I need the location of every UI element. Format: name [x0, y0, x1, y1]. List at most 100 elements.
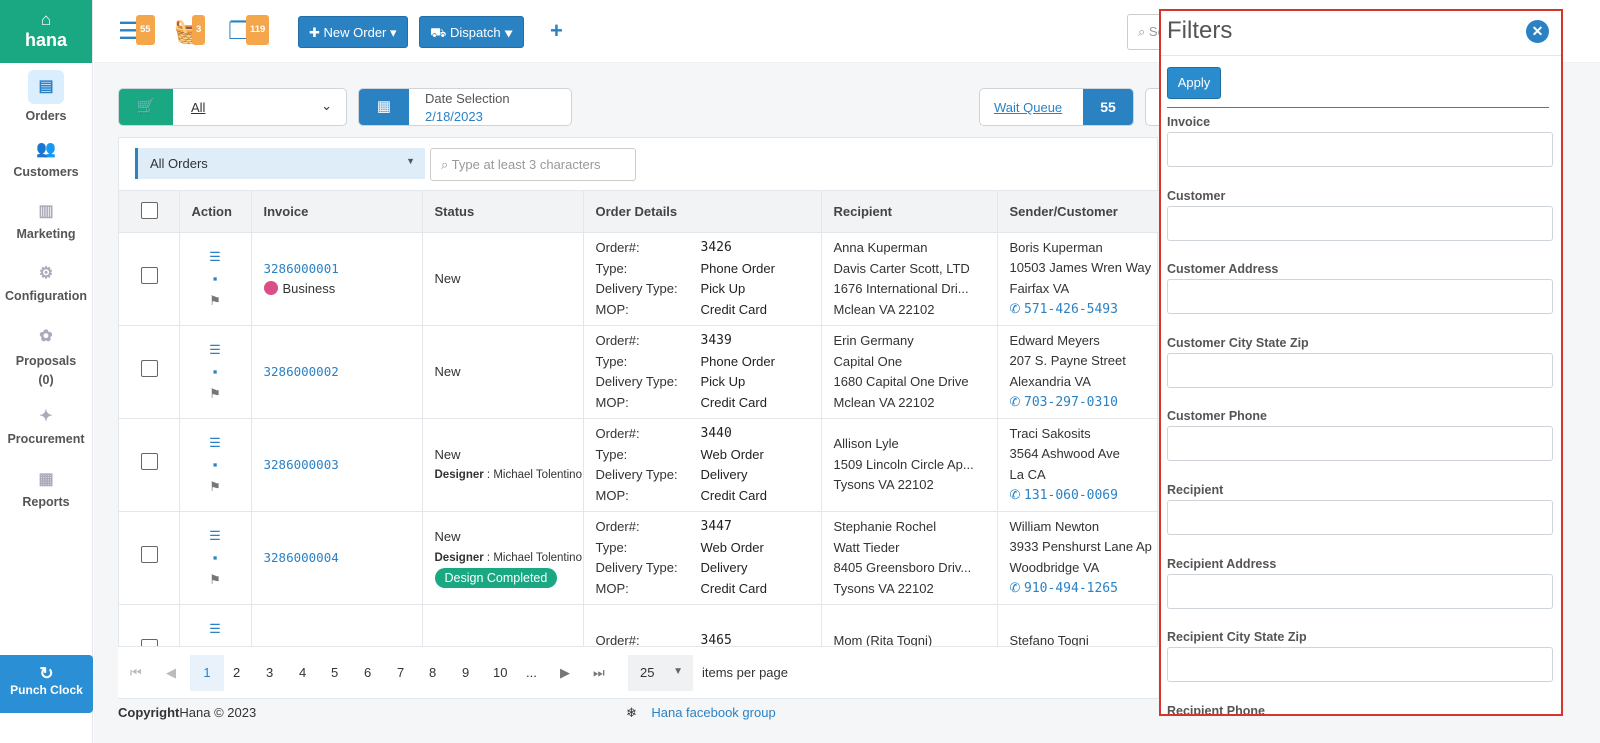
row-checkbox[interactable]: [141, 546, 158, 564]
sidebar-item-procurement[interactable]: ✦ Procurement: [0, 407, 92, 446]
filter-label: Customer City State Zip: [1167, 335, 1309, 350]
invoice-link[interactable]: 3286000001: [264, 259, 422, 280]
basket-icon[interactable]: 🧺 3: [174, 15, 206, 46]
row-checkbox[interactable]: [141, 360, 158, 378]
page-7[interactable]: 7: [397, 665, 404, 680]
first-page-icon[interactable]: ⏮: [130, 665, 142, 681]
detail-label: Delivery Type:: [595, 281, 678, 296]
row-checkbox[interactable]: [141, 267, 158, 285]
designer-label: Designer: [434, 469, 484, 481]
sidebar-item-label: Configuration: [5, 289, 87, 303]
order-type-select[interactable]: 🛒 All ⌄: [118, 88, 347, 126]
calendar-icon: ▦: [359, 89, 409, 125]
apply-button[interactable]: Apply: [1167, 67, 1221, 99]
note-icon[interactable]: ▪: [180, 268, 251, 290]
orders-panel: All Orders ▼ ⌕ Type at least 3 character…: [118, 137, 1160, 699]
order-list-icon[interactable]: ☰ 55: [118, 15, 155, 46]
last-page-icon[interactable]: ⏭: [593, 665, 605, 681]
sender-line: Boris Kuperman: [1009, 239, 1103, 255]
hana-logo[interactable]: ⌂ hana: [0, 0, 92, 63]
flag-icon[interactable]: ⚑: [180, 383, 251, 405]
detail-label: Type:: [595, 446, 628, 462]
new-order-button[interactable]: ✚ New Order ▾: [298, 16, 408, 48]
table-row[interactable]: ☰ ▪ ⚑ 3286000001 Business New Order#: 3426 Type:…: [119, 232, 1160, 326]
table-row[interactable]: ☰ ▪ ⚑ 3286000003 New Designer : Michael Tolen…: [119, 418, 1160, 512]
page-1[interactable]: 1: [190, 655, 224, 691]
filter-input-recipient-city-state-zip[interactable]: [1167, 647, 1553, 683]
menu-icon[interactable]: ☰: [180, 432, 251, 454]
prev-page-icon[interactable]: ◀: [166, 665, 176, 681]
sidebar-item-proposals[interactable]: ✿ Proposals (0): [0, 327, 92, 390]
page-6[interactable]: 6: [364, 665, 371, 680]
sender-line: Traci Sakosits: [1009, 425, 1091, 441]
phone-icon: ✆: [1009, 580, 1021, 595]
sender-phone[interactable]: ✆ 910-494-1265: [1010, 578, 1160, 600]
table-row[interactable]: ☰ ▪ ⚑ 3286000002 New Order#: 3439 Type: Phone Or…: [119, 325, 1160, 419]
col-order-details[interactable]: Order Details: [583, 190, 822, 233]
grid-search-input[interactable]: ⌕ Type at least 3 characters: [430, 148, 636, 181]
date-selection-field[interactable]: ▦ Date Selection 2/18/2023: [358, 88, 572, 126]
filter-input-recipient[interactable]: [1167, 500, 1553, 535]
menu-icon[interactable]: ☰: [180, 618, 251, 640]
sidebar-item-orders[interactable]: ▤ Orders: [0, 70, 92, 123]
col-sender-customer[interactable]: Sender/Customer: [997, 190, 1159, 233]
sender-phone[interactable]: ✆ 703-297-0310: [1010, 392, 1160, 414]
add-tab-icon[interactable]: +: [550, 18, 563, 44]
sidebar-item-reports[interactable]: ▦ Reports: [0, 470, 92, 509]
col-recipient[interactable]: Recipient: [821, 190, 998, 233]
sender-line: William Newton: [1009, 518, 1100, 534]
detail-label: MOP:: [595, 580, 629, 596]
col-status[interactable]: Status: [422, 190, 584, 233]
page-5[interactable]: 5: [331, 665, 338, 680]
col-invoice[interactable]: Invoice: [251, 190, 423, 233]
flag-icon[interactable]: ⚑: [180, 476, 251, 498]
page-4[interactable]: 4: [299, 665, 306, 680]
close-icon[interactable]: ✕: [1526, 20, 1549, 43]
caret-down-icon: ▾: [390, 25, 397, 40]
sidebar-item-configuration[interactable]: ⚙ Configuration: [0, 264, 92, 303]
table-row[interactable]: ☰ ▪ ⚑ 3286000004 New Designer : Michael Tolen…: [119, 511, 1160, 605]
filter-input-customer-city-state-zip[interactable]: [1167, 352, 1553, 388]
page-8[interactable]: 8: [429, 665, 436, 680]
filter-input-customer[interactable]: [1167, 205, 1553, 241]
order-view-select[interactable]: All Orders ▼: [135, 148, 425, 179]
facebook-group-link[interactable]: Hana facebook group: [651, 705, 775, 720]
sidebar-item-customers[interactable]: 👥 Customers: [0, 140, 92, 179]
sender-line: Fairfax VA: [1009, 280, 1070, 296]
sender-phone[interactable]: ✆ 571-426-5493: [1010, 299, 1160, 321]
per-page-select[interactable]: 25 ▼: [628, 655, 693, 691]
row-checkbox[interactable]: [141, 453, 158, 471]
page-more[interactable]: ...: [526, 665, 537, 680]
page-9[interactable]: 9: [462, 665, 469, 680]
menu-icon[interactable]: ☰: [180, 246, 251, 268]
note-icon[interactable]: ▪: [180, 361, 251, 383]
filter-input-invoice[interactable]: [1167, 132, 1553, 167]
copy-orders-icon[interactable]: ❐ 119: [228, 15, 270, 46]
dispatch-button[interactable]: ⛟ Dispatch ▾: [419, 16, 524, 48]
filter-input-recipient-address[interactable]: [1167, 573, 1553, 609]
sidebar-item-label: Proposals: [15, 354, 77, 368]
col-action[interactable]: Action: [179, 190, 252, 233]
detail-label: Order#:: [595, 519, 640, 534]
sender-phone[interactable]: ✆ 131-060-0069: [1010, 485, 1160, 507]
menu-icon[interactable]: ☰: [180, 339, 251, 361]
filter-input-customer-phone[interactable]: [1167, 426, 1553, 462]
sidebar-item-marketing[interactable]: ▥ Marketing: [0, 202, 92, 241]
page-10[interactable]: 10: [493, 665, 507, 680]
wait-queue-button[interactable]: Wait Queue 55: [979, 88, 1134, 126]
flag-icon[interactable]: ⚑: [180, 569, 251, 591]
note-icon[interactable]: ▪: [180, 454, 251, 476]
page-3[interactable]: 3: [266, 665, 273, 680]
page-2[interactable]: 2: [233, 665, 240, 680]
invoice-link[interactable]: 3286000004: [264, 548, 422, 569]
invoice-link[interactable]: 3286000002: [264, 362, 422, 383]
select-all-checkbox[interactable]: [141, 201, 158, 219]
invoice-link[interactable]: 3286000003: [264, 455, 422, 476]
punch-clock-button[interactable]: ↻ Punch Clock: [0, 655, 93, 713]
filter-input-customer-address[interactable]: [1167, 279, 1553, 315]
next-page-icon[interactable]: ▶: [560, 665, 570, 681]
menu-icon[interactable]: ☰: [180, 525, 251, 547]
flag-icon[interactable]: ⚑: [180, 290, 251, 312]
note-icon[interactable]: ▪: [180, 547, 251, 569]
detail-label: Type:: [595, 260, 628, 276]
